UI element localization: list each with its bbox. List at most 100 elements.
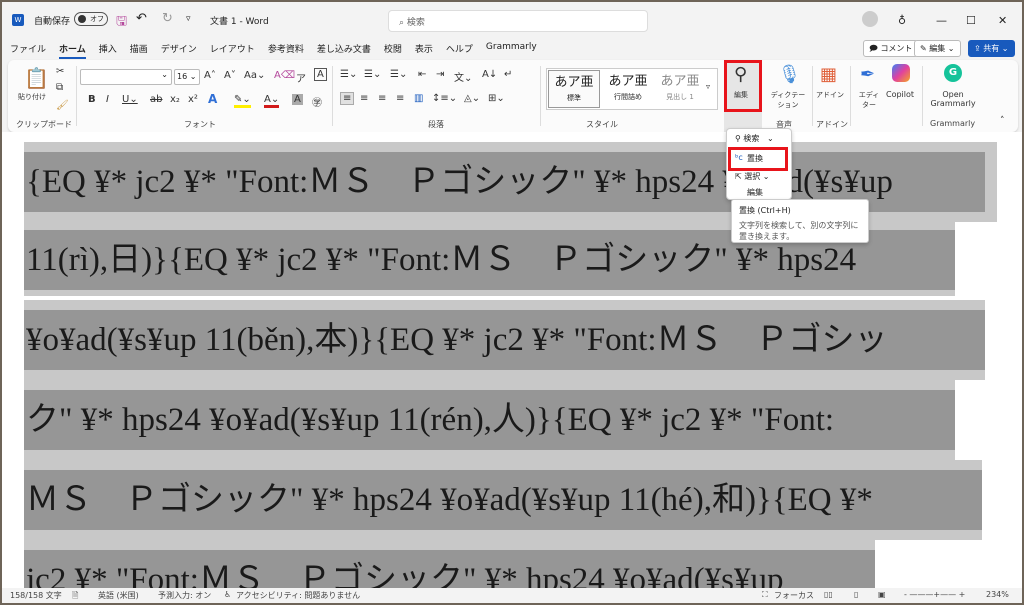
customize-qat-icon[interactable]: ▿ <box>186 14 191 24</box>
format-painter-icon[interactable]: 🖌 <box>56 100 69 111</box>
accessibility-status[interactable]: アクセシビリティ: 問題ありません <box>236 590 360 601</box>
addins-icon[interactable]: ▦ <box>820 64 837 85</box>
tab-help[interactable]: ヘルプ <box>446 42 473 59</box>
open-grammarly-button[interactable]: Open Grammarly <box>926 90 980 108</box>
document-text-line[interactable]: ク" ¥* hps24 ¥o¥ad(¥s¥up 11(rén),人)}{EQ ¥… <box>24 390 955 450</box>
paste-button[interactable]: 貼り付け <box>18 92 46 102</box>
align-center-icon[interactable]: ≡ <box>360 93 368 104</box>
copy-icon[interactable]: ⧉ <box>56 82 63 93</box>
select-menu-item[interactable]: ⇱ 選択 ⌄ <box>735 171 770 182</box>
clear-format-icon[interactable]: A⌫ <box>274 70 295 81</box>
char-shading-icon[interactable]: A <box>292 94 303 105</box>
style-heading-1[interactable]: あア亜 見出し 1 <box>654 70 706 108</box>
editing-mode-button[interactable]: ✎ 編集 ⌄ <box>914 40 961 57</box>
text-predictions-status[interactable]: 予測入力: オン <box>158 590 211 601</box>
tab-grammarly[interactable]: Grammarly <box>486 42 537 59</box>
tab-review[interactable]: 校閲 <box>384 42 402 59</box>
tab-draw[interactable]: 描画 <box>130 42 148 59</box>
addins-button[interactable]: アドイン <box>816 90 844 100</box>
font-name-select[interactable]: ⌄ <box>80 69 172 85</box>
tab-design[interactable]: デザイン <box>161 42 197 59</box>
italic-icon[interactable]: I <box>106 94 109 105</box>
dictation-button[interactable]: ディクテーション <box>768 90 808 110</box>
autosave-toggle[interactable]: オフ <box>74 12 108 26</box>
read-mode-icon[interactable]: ▯▯ <box>824 590 833 599</box>
style-normal[interactable]: あア亜 標準 <box>548 70 600 108</box>
grow-font-icon[interactable]: A˄ <box>204 70 216 81</box>
underline-icon[interactable]: U⌄ <box>122 94 138 105</box>
editor-icon[interactable]: ✒ <box>860 64 875 85</box>
close-button[interactable]: ✕ <box>998 14 1007 27</box>
sort-icon[interactable]: A↓ <box>482 69 497 80</box>
tab-file[interactable]: ファイル <box>10 42 46 59</box>
style-no-spacing[interactable]: あア亜 行間詰め <box>602 70 654 108</box>
distribute-icon[interactable]: ▥ <box>414 93 423 104</box>
save-icon[interactable]: 🖫 <box>116 12 127 34</box>
enclose-char-icon[interactable]: ㊫ <box>312 94 322 109</box>
show-marks-icon[interactable]: ↵ <box>504 69 512 80</box>
char-border-icon[interactable]: A <box>314 68 327 81</box>
align-left-icon[interactable]: ≡ <box>340 92 355 105</box>
shrink-font-icon[interactable]: A˅ <box>224 70 236 81</box>
paste-icon[interactable]: 📋 <box>24 66 49 90</box>
copilot-button[interactable]: Copilot <box>886 90 914 99</box>
borders-icon[interactable]: ⊞⌄ <box>488 93 505 104</box>
change-case-icon[interactable]: Aa⌄ <box>244 70 265 81</box>
styles-more-icon[interactable]: ▿ <box>706 82 710 91</box>
increase-indent-icon[interactable]: ⇥ <box>436 69 444 80</box>
tab-layout[interactable]: レイアウト <box>210 42 255 59</box>
collapse-ribbon-icon[interactable]: ˄ <box>1000 116 1005 126</box>
proofing-icon[interactable]: 🗎 <box>72 590 78 603</box>
shading-icon[interactable]: ◬⌄ <box>464 93 480 104</box>
web-layout-icon[interactable]: ▣ <box>878 590 886 599</box>
maximize-button[interactable]: ☐ <box>966 14 976 27</box>
ribbon: 📋 貼り付け ✂ ⧉ 🖌 クリップボード ⌄ 16 ⌄ A˄ A˅ Aa⌄ A⌫… <box>8 60 1018 132</box>
font-color-icon[interactable]: A⌄ <box>264 94 280 108</box>
find-menu-item[interactable]: ⚲ 検索 ⌄ <box>735 133 774 144</box>
focus-button[interactable]: フォーカス <box>774 590 814 601</box>
line-spacing-icon[interactable]: ↕≡⌄ <box>432 93 457 104</box>
zoom-slider[interactable]: - ———+—— + <box>904 590 965 599</box>
strikethrough-icon[interactable]: ab <box>150 94 162 105</box>
grammarly-icon[interactable]: G <box>944 64 962 82</box>
zoom-level[interactable]: 234% <box>986 590 1009 599</box>
editor-button[interactable]: エディター <box>856 90 882 110</box>
bullets-icon[interactable]: ☰⌄ <box>340 69 357 80</box>
word-count[interactable]: 158/158 文字 <box>10 590 62 601</box>
document-text-line[interactable]: ＭＳ Ｐゴシック" ¥* hps24 ¥o¥ad(¥s¥up 11(hé),和)… <box>24 470 982 530</box>
autosave-label: 自動保存 <box>34 17 71 27</box>
tab-view[interactable]: 表示 <box>415 42 433 59</box>
cut-icon[interactable]: ✂ <box>56 66 64 77</box>
tab-references[interactable]: 参考資料 <box>268 42 304 59</box>
language-status[interactable]: 英語 (米国) <box>98 590 139 601</box>
undo-icon[interactable]: ↶ <box>136 11 147 26</box>
highlight-icon[interactable]: ✎⌄ <box>234 94 251 108</box>
align-right-icon[interactable]: ≡ <box>378 93 386 104</box>
print-layout-icon[interactable]: ▯ <box>854 590 858 599</box>
tab-insert[interactable]: 挿入 <box>99 42 117 59</box>
numbering-icon[interactable]: ☰⌄ <box>364 69 381 80</box>
bold-icon[interactable]: B <box>88 94 96 105</box>
justify-icon[interactable]: ≡ <box>396 93 404 104</box>
font-size-select[interactable]: 16 ⌄ <box>174 69 200 85</box>
asian-layout-icon[interactable]: 文⌄ <box>454 69 472 84</box>
share-button[interactable]: ⇪ 共有 ⌄ <box>968 40 1015 57</box>
superscript-icon[interactable]: x² <box>188 94 198 105</box>
microphone-icon[interactable]: 🎙 <box>778 64 801 85</box>
tab-home[interactable]: ホーム <box>59 42 86 59</box>
text-effects-icon[interactable]: A <box>208 92 217 106</box>
phonetic-guide-icon[interactable]: ア <box>296 70 306 85</box>
search-input[interactable]: ⌕ 検索 <box>388 10 648 32</box>
multilevel-list-icon[interactable]: ☰⌄ <box>390 69 407 80</box>
style-preview: あア亜 <box>660 74 700 89</box>
decrease-indent-icon[interactable]: ⇤ <box>418 69 426 80</box>
lightbulb-icon[interactable]: ♁ <box>898 14 906 27</box>
document-text-line[interactable]: ¥o¥ad(¥s¥up 11(běn),本)}{EQ ¥* jc2 ¥* "Fo… <box>24 310 985 370</box>
minimize-button[interactable]: — <box>936 14 947 27</box>
subscript-icon[interactable]: x₂ <box>170 94 180 105</box>
redo-icon[interactable]: ↻ <box>162 11 173 26</box>
tab-mailings[interactable]: 差し込み文書 <box>317 42 371 59</box>
copilot-icon[interactable] <box>892 64 910 82</box>
comment-button[interactable]: 🗩 コメント <box>863 40 919 57</box>
avatar[interactable] <box>862 11 878 27</box>
